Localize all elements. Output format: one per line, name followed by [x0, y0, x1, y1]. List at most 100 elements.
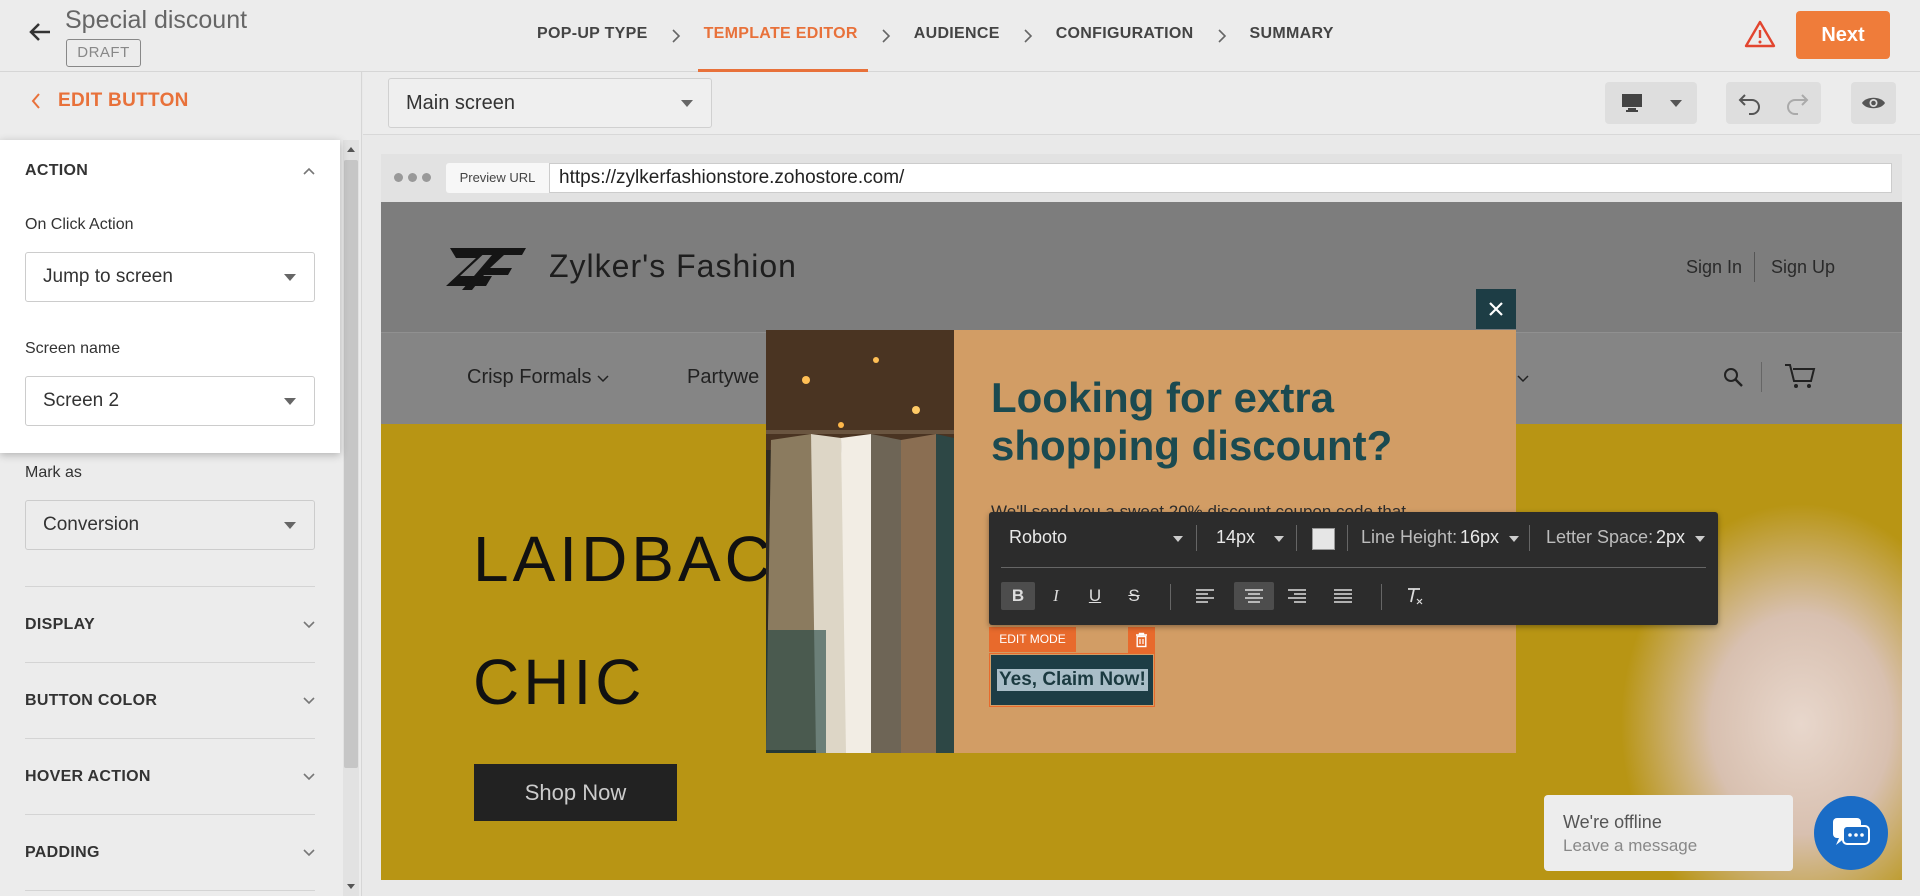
- chat-button[interactable]: [1814, 796, 1888, 870]
- mark-as-label: Mark as: [25, 464, 82, 481]
- divider: [25, 586, 315, 587]
- step-summary[interactable]: SUMMARY: [1250, 0, 1334, 72]
- top-bar: Special discount DRAFT POP-UP TYPE TEMPL…: [0, 0, 1920, 72]
- preview-url-input[interactable]: https://zylkerfashionstore.zohostore.com…: [549, 163, 1892, 193]
- claim-button-text[interactable]: Yes, Claim Now!: [997, 669, 1148, 691]
- clothes-rack-image: [766, 330, 954, 753]
- bold-button[interactable]: B: [1001, 582, 1035, 610]
- dropdown-caret-icon[interactable]: [1173, 536, 1183, 542]
- clear-format-button[interactable]: [1398, 582, 1432, 610]
- section-padding[interactable]: PADDING: [25, 844, 100, 862]
- chevron-up-icon[interactable]: [302, 166, 316, 176]
- divider: [1529, 525, 1530, 551]
- divider: [1761, 362, 1762, 392]
- undo-redo-group: [1726, 82, 1821, 124]
- align-center-button[interactable]: [1234, 582, 1274, 610]
- action-section-title[interactable]: ACTION: [25, 162, 88, 180]
- screen-select[interactable]: Main screen: [388, 78, 712, 128]
- section-button-color[interactable]: BUTTON COLOR: [25, 692, 157, 710]
- chevron-down-icon: [1517, 375, 1529, 383]
- dropdown-caret-icon[interactable]: [1695, 536, 1705, 542]
- clear-format-icon: [1408, 588, 1423, 605]
- sign-up-link[interactable]: Sign Up: [1771, 257, 1835, 278]
- step-popup-type[interactable]: POP-UP TYPE: [537, 0, 648, 72]
- chat-title: We're offline: [1563, 812, 1662, 832]
- preview-url-label: Preview URL: [446, 163, 549, 193]
- action-section: ACTION On Click Action Jump to screen Sc…: [0, 140, 340, 453]
- sign-in-link[interactable]: Sign In: [1686, 257, 1742, 278]
- step-template-editor[interactable]: TEMPLATE EDITOR: [697, 0, 868, 72]
- popup-close-button[interactable]: [1476, 289, 1516, 329]
- search-icon[interactable]: [1722, 366, 1744, 388]
- popup-heading[interactable]: Looking for extra shopping discount?: [991, 374, 1471, 470]
- nav-item-label: Crisp Formals: [467, 366, 592, 388]
- window-dot: [422, 173, 431, 182]
- italic-button[interactable]: I: [1039, 582, 1073, 610]
- preview-button[interactable]: [1851, 82, 1896, 124]
- font-family-select[interactable]: Roboto: [1009, 527, 1067, 548]
- nav-item-partywear[interactable]: Partywe: [687, 366, 759, 389]
- window-dot: [408, 173, 417, 182]
- letter-space-value[interactable]: 2px: [1656, 527, 1685, 548]
- align-right-button[interactable]: [1280, 582, 1314, 610]
- chevron-down-icon: [597, 375, 609, 383]
- divider: [25, 890, 315, 891]
- text-color-swatch[interactable]: [1312, 528, 1335, 550]
- screen-name-select[interactable]: Screen 2: [25, 376, 315, 426]
- section-display[interactable]: DISPLAY: [25, 616, 95, 634]
- edit-button-label: EDIT BUTTON: [58, 90, 189, 111]
- shop-now-button[interactable]: Shop Now: [474, 764, 677, 821]
- chevron-right-icon: [1217, 29, 1226, 43]
- chevron-down-icon[interactable]: [302, 848, 316, 858]
- eye-icon: [1862, 97, 1885, 109]
- warning-icon[interactable]: [1744, 20, 1776, 48]
- chevron-down-icon[interactable]: [302, 620, 316, 630]
- brand-logo-icon: [446, 248, 526, 290]
- dropdown-caret-icon: [284, 274, 296, 281]
- chevron-right-icon: [882, 29, 890, 43]
- scroll-up-icon[interactable]: [345, 144, 357, 154]
- dropdown-caret-icon[interactable]: [1274, 536, 1284, 542]
- chat-bubble[interactable]: [1544, 795, 1793, 871]
- dropdown-caret-icon: [284, 522, 296, 529]
- screen-select-value: Main screen: [406, 92, 515, 114]
- section-hover-action[interactable]: HOVER ACTION: [25, 768, 151, 786]
- divider: [1001, 567, 1706, 568]
- screen-name-label: Screen name: [25, 340, 121, 357]
- align-justify-icon: [1334, 589, 1352, 603]
- redo-icon[interactable]: [1784, 91, 1810, 115]
- cart-icon[interactable]: [1784, 362, 1816, 390]
- chevron-down-icon[interactable]: [302, 696, 316, 706]
- divider: [25, 814, 315, 815]
- brand-name: Zylker's Fashion: [549, 248, 797, 284]
- step-configuration[interactable]: CONFIGURATION: [1056, 0, 1194, 72]
- undo-icon[interactable]: [1737, 91, 1763, 115]
- font-size-select[interactable]: 14px: [1216, 527, 1255, 548]
- nav-item-crisp-formals[interactable]: Crisp Formals: [467, 366, 609, 389]
- popup-image: [766, 330, 954, 753]
- mark-as-select[interactable]: Conversion: [25, 500, 315, 550]
- step-audience[interactable]: AUDIENCE: [914, 0, 1000, 72]
- chevron-down-icon[interactable]: [302, 772, 316, 782]
- delete-button[interactable]: [1128, 627, 1155, 653]
- on-click-select[interactable]: Jump to screen: [25, 252, 315, 302]
- dropdown-caret-icon: [284, 398, 296, 405]
- scrollbar-thumb[interactable]: [344, 160, 358, 768]
- dropdown-caret-icon: [681, 100, 693, 107]
- align-center-icon: [1245, 589, 1263, 603]
- line-height-value[interactable]: 16px: [1460, 527, 1499, 548]
- next-button[interactable]: Next: [1796, 11, 1890, 59]
- dropdown-caret-icon[interactable]: [1509, 536, 1519, 542]
- trash-icon: [1136, 632, 1147, 648]
- back-arrow-icon[interactable]: [26, 18, 54, 46]
- hero-title-line2: CHIC: [473, 646, 646, 718]
- chat-subtitle: Leave a message: [1563, 836, 1698, 855]
- align-justify-button[interactable]: [1326, 582, 1360, 610]
- strikethrough-button[interactable]: S: [1117, 582, 1151, 610]
- align-left-button[interactable]: [1188, 582, 1222, 610]
- scroll-down-icon[interactable]: [345, 882, 357, 892]
- underline-button[interactable]: U: [1078, 582, 1112, 610]
- chat-icon: [1833, 818, 1870, 845]
- device-select[interactable]: [1605, 82, 1697, 124]
- edit-button-back[interactable]: EDIT BUTTON: [30, 90, 189, 112]
